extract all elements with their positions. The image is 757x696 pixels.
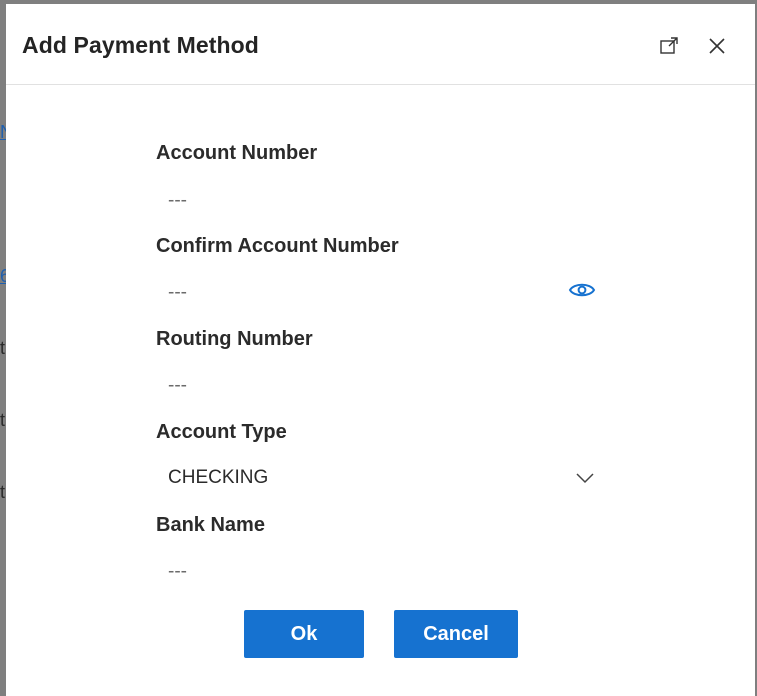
confirm-account-number-label: Confirm Account Number	[156, 235, 399, 257]
cancel-button[interactable]: Cancel	[394, 610, 518, 658]
confirm-account-number-field[interactable]: ---	[156, 276, 596, 310]
expand-button[interactable]	[655, 32, 683, 60]
dialog-title: Add Payment Method	[22, 32, 259, 58]
ok-button[interactable]: Ok	[244, 610, 364, 658]
close-button[interactable]	[703, 32, 731, 60]
account-number-label: Account Number	[156, 142, 318, 164]
account-type-label: Account Type	[156, 421, 287, 443]
expand-icon	[660, 37, 678, 54]
add-payment-method-dialog: Add Payment Method Account Number --- Co…	[6, 4, 755, 696]
bank-name-field[interactable]: ---	[156, 555, 596, 589]
account-number-field[interactable]: ---	[156, 184, 596, 218]
dialog-header: Add Payment Method	[6, 4, 755, 85]
background-text-fragment: t	[0, 338, 6, 358]
eye-icon[interactable]	[568, 280, 596, 300]
routing-number-field[interactable]: ---	[156, 369, 596, 403]
background-text-fragment: t	[0, 482, 6, 502]
bank-name-label: Bank Name	[156, 514, 265, 536]
chevron-down-icon[interactable]	[575, 468, 595, 488]
routing-number-label: Routing Number	[156, 328, 313, 350]
account-type-select[interactable]: CHECKING	[156, 461, 596, 495]
close-icon	[709, 38, 725, 54]
background-text-fragment: t	[0, 410, 6, 430]
